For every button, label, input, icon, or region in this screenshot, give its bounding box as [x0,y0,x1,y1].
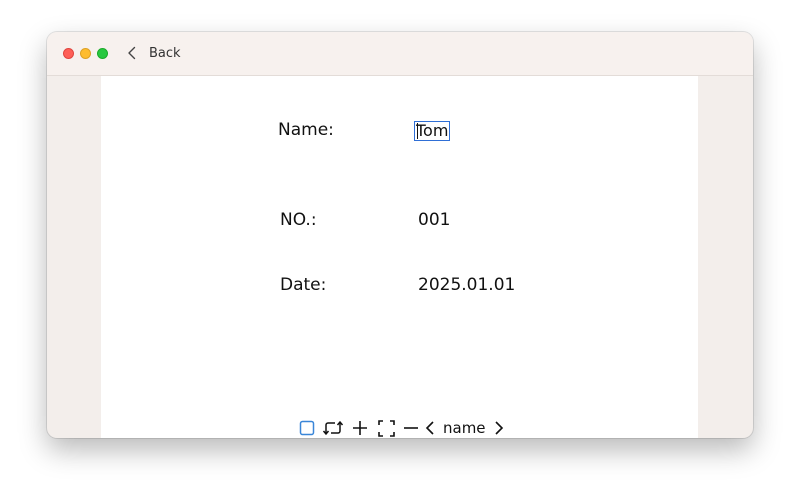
plus-icon[interactable] [347,417,373,438]
name-value: Tom [416,121,449,140]
date-label: Date: [280,275,327,295]
title-bar: Back [47,32,753,76]
zoom-window-button[interactable] [97,48,108,59]
name-label: Name: [278,120,334,140]
chevron-left-icon[interactable] [423,417,437,438]
document-page: Name: Tom NO.: 001 Date: 2025.01.01 name [101,76,698,438]
name-value-field[interactable]: Tom [414,121,451,141]
checkbox-icon[interactable] [295,417,319,438]
text-caret [417,123,418,139]
element-toolbar: name [295,417,506,438]
close-window-button[interactable] [63,48,74,59]
date-value[interactable]: 2025.01.01 [418,275,515,295]
back-label: Back [149,45,181,61]
app-window: Back Name: Tom NO.: 001 Date: 2025.01.01 [47,32,753,438]
chevron-right-icon[interactable] [492,417,506,438]
minus-icon[interactable] [399,417,423,438]
chevron-left-icon [127,46,137,60]
minimize-window-button[interactable] [80,48,91,59]
no-value[interactable]: 001 [418,210,450,230]
fit-frame-icon[interactable] [373,417,399,438]
back-button[interactable]: Back [127,42,181,64]
no-label: NO.: [280,210,317,230]
rotate-icon[interactable] [319,417,347,438]
field-name-label: name [443,419,486,437]
